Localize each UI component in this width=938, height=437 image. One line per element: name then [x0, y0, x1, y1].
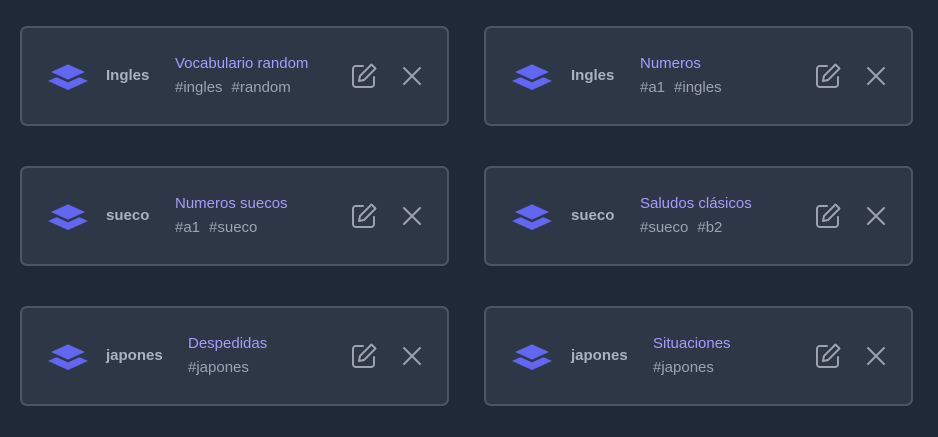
deck-tags: #sueco #b2: [640, 219, 722, 237]
close-icon: [403, 347, 421, 365]
tag[interactable]: #ingles: [674, 79, 722, 96]
edit-button[interactable]: [813, 61, 843, 91]
deck-language: japones: [571, 347, 628, 364]
deck-title[interactable]: Despedidas: [188, 335, 267, 353]
deck-tags: #japones: [653, 359, 714, 377]
delete-button[interactable]: [397, 341, 427, 371]
delete-button[interactable]: [861, 201, 891, 231]
layers-icon: [46, 200, 90, 234]
tag[interactable]: #a1: [640, 79, 665, 96]
deck-card[interactable]: japones Situaciones #japones: [484, 306, 913, 406]
deck-card[interactable]: sueco Saludos clásicos #sueco #b2: [484, 166, 913, 266]
deck-language: sueco: [571, 207, 615, 224]
edit-icon: [816, 63, 841, 88]
deck-language: Ingles: [106, 67, 150, 84]
edit-button[interactable]: [349, 341, 379, 371]
deck-title[interactable]: Numeros suecos: [175, 195, 288, 213]
deck-tags: #japones: [188, 359, 249, 377]
close-icon: [867, 67, 885, 85]
deck-card[interactable]: Ingles Numeros #a1 #ingles: [484, 26, 913, 126]
edit-icon: [352, 343, 377, 368]
edit-icon: [352, 203, 377, 228]
layers-icon: [510, 200, 554, 234]
edit-icon: [352, 63, 377, 88]
edit-icon: [816, 203, 841, 228]
tag[interactable]: #random: [232, 79, 291, 96]
tag[interactable]: #sueco: [640, 219, 688, 236]
deck-card[interactable]: sueco Numeros suecos #a1 #sueco: [20, 166, 449, 266]
close-icon: [403, 207, 421, 225]
deck-language: sueco: [106, 207, 150, 224]
deck-grid: Ingles Vocabulario random #ingles #random…: [0, 0, 938, 437]
deck-title[interactable]: Situaciones: [653, 335, 731, 353]
tag[interactable]: #a1: [175, 219, 200, 236]
delete-button[interactable]: [397, 201, 427, 231]
deck-card[interactable]: Ingles Vocabulario random #ingles #random: [20, 26, 449, 126]
deck-language: japones: [106, 347, 163, 364]
tag[interactable]: #sueco: [209, 219, 257, 236]
deck-tags: #ingles #random: [175, 79, 291, 97]
close-icon: [867, 347, 885, 365]
deck-card[interactable]: japones Despedidas #japones: [20, 306, 449, 406]
close-icon: [403, 67, 421, 85]
layers-icon: [46, 340, 90, 374]
layers-icon: [46, 60, 90, 94]
tag[interactable]: #b2: [697, 219, 722, 236]
close-icon: [867, 207, 885, 225]
tag[interactable]: #japones: [188, 359, 249, 376]
edit-icon: [816, 343, 841, 368]
delete-button[interactable]: [861, 61, 891, 91]
tag[interactable]: #ingles: [175, 79, 223, 96]
deck-language: Ingles: [571, 67, 615, 84]
layers-icon: [510, 340, 554, 374]
deck-title[interactable]: Numeros: [640, 55, 701, 73]
edit-button[interactable]: [349, 61, 379, 91]
deck-title[interactable]: Vocabulario random: [175, 55, 308, 73]
edit-button[interactable]: [813, 201, 843, 231]
deck-tags: #a1 #sueco: [175, 219, 257, 237]
deck-title[interactable]: Saludos clásicos: [640, 195, 752, 213]
deck-tags: #a1 #ingles: [640, 79, 722, 97]
delete-button[interactable]: [861, 341, 891, 371]
edit-button[interactable]: [349, 201, 379, 231]
tag[interactable]: #japones: [653, 359, 714, 376]
delete-button[interactable]: [397, 61, 427, 91]
layers-icon: [510, 60, 554, 94]
edit-button[interactable]: [813, 341, 843, 371]
